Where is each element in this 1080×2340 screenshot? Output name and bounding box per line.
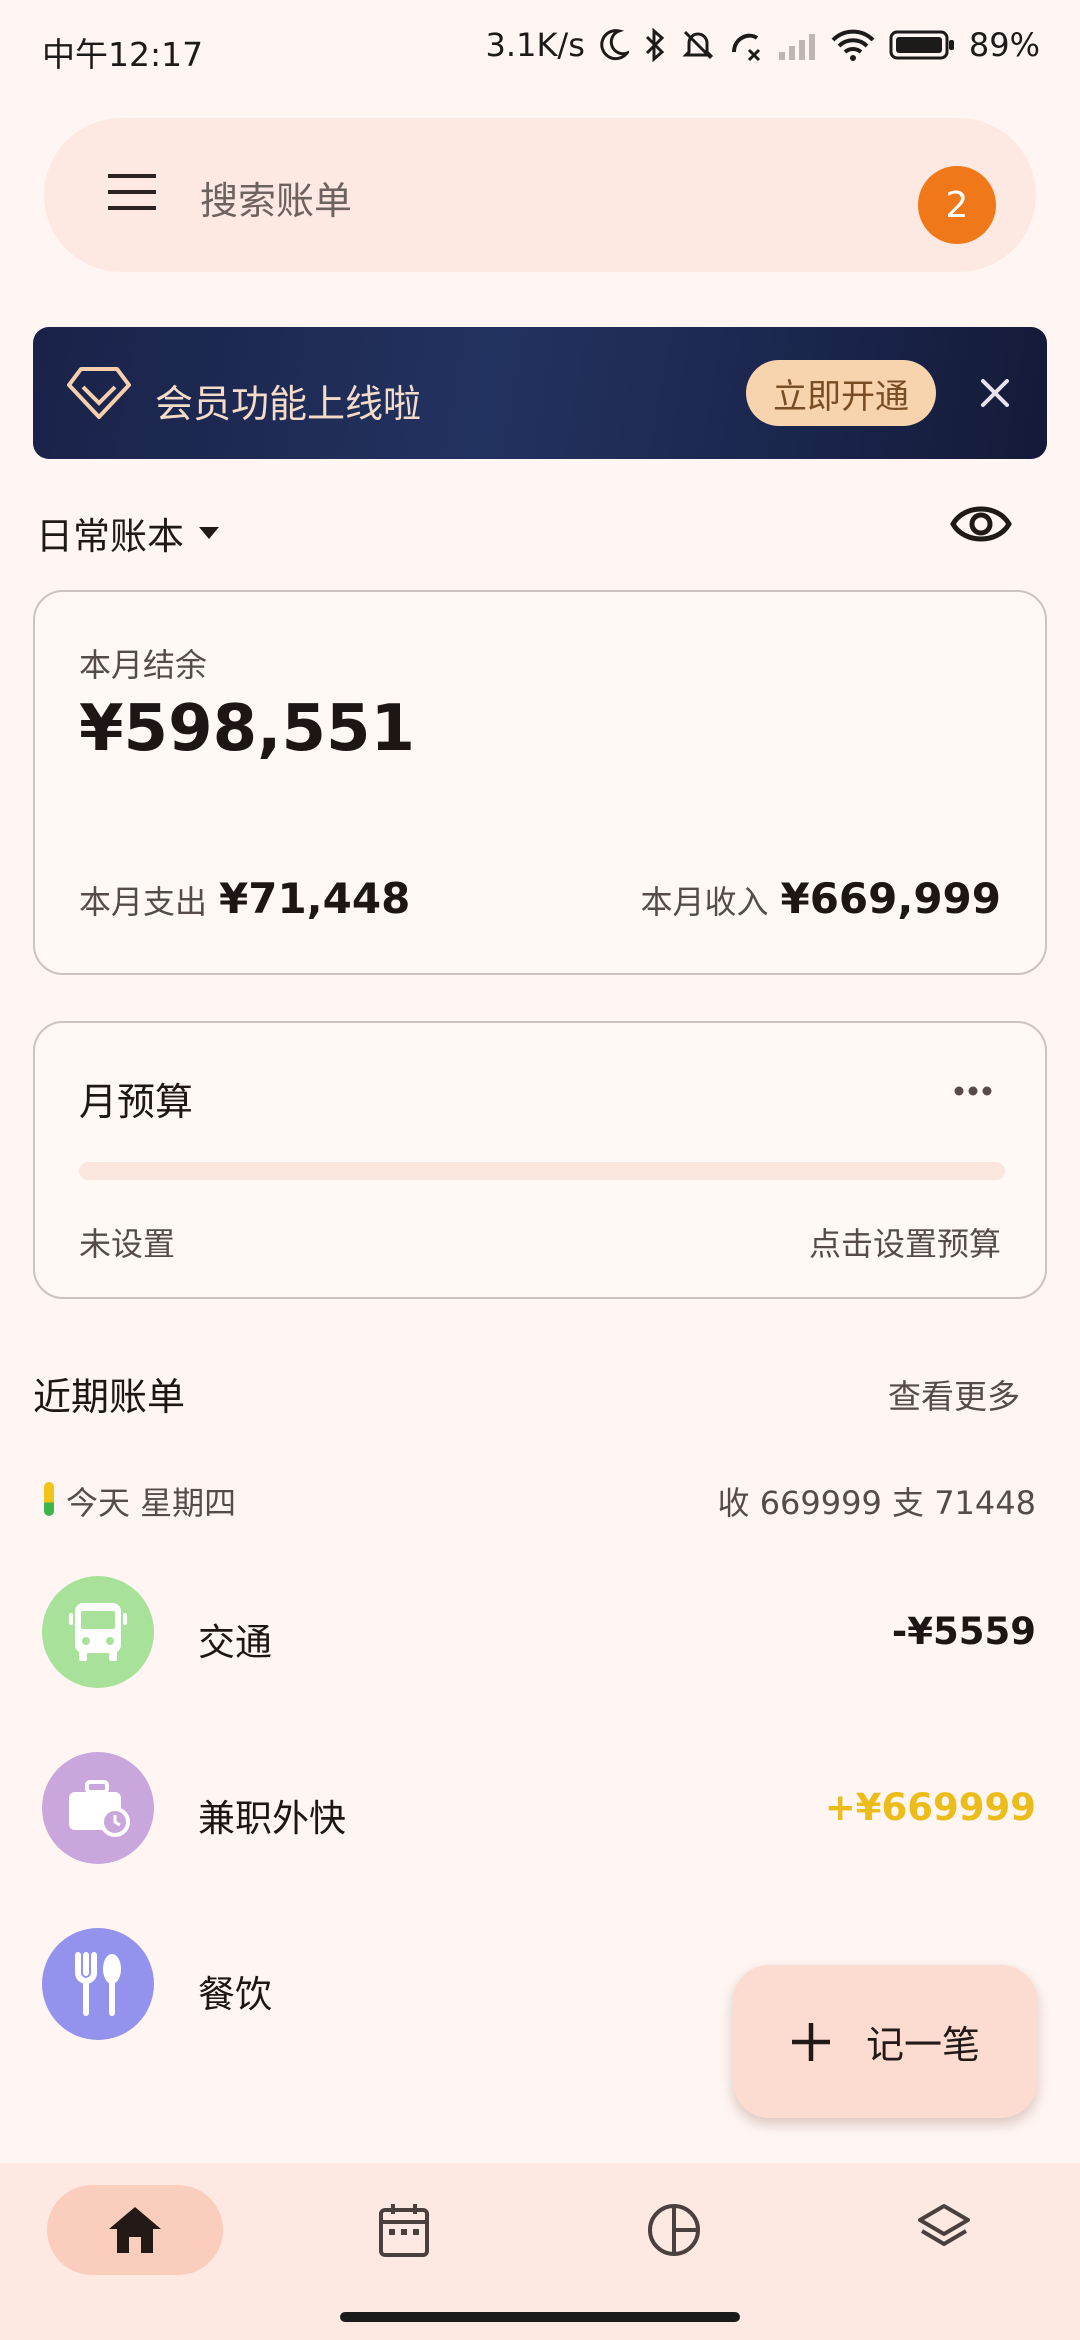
chart-icon — [648, 2204, 700, 2256]
eye-icon[interactable] — [950, 496, 1012, 552]
balance-label: 本月结余 — [79, 646, 208, 684]
budget-status: 未设置 — [79, 1225, 176, 1263]
bluetooth-icon — [645, 28, 665, 62]
banner-text: 会员功能上线啦 — [155, 382, 422, 426]
gesture-bar — [340, 2312, 740, 2322]
bill-amount: +¥669999 — [824, 1786, 1036, 1829]
wifi-icon — [831, 29, 875, 61]
budget-card[interactable]: 月预算 未设置 点击设置预算 — [33, 1021, 1047, 1299]
status-bar: 中午12:17 3.1K/s 89% — [0, 0, 1080, 100]
add-record-label: 记一笔 — [865, 2023, 980, 2067]
status-time: 中午12:17 — [42, 35, 204, 74]
expense-summary: 本月支出 ¥71,448 — [79, 874, 410, 923]
bill-name: 兼职外快 — [198, 1797, 346, 1840]
bill-row[interactable]: 兼职外快 +¥669999 — [0, 1724, 1080, 1894]
menu-icon[interactable] — [106, 170, 158, 214]
home-icon — [109, 2207, 161, 2253]
layers-icon — [918, 2204, 970, 2246]
budget-title: 月预算 — [79, 1080, 194, 1124]
income-value: ¥669,999 — [780, 874, 1001, 923]
set-budget-link[interactable]: 点击设置预算 — [809, 1219, 1001, 1265]
signal-icon — [778, 34, 815, 60]
see-more-link[interactable]: 查看更多 — [888, 1370, 1020, 1418]
day-marker — [44, 1482, 54, 1516]
caret-down-icon — [199, 527, 219, 539]
member-banner[interactable]: 会员功能上线啦 立即开通 — [33, 327, 1047, 459]
day-label: 今天 星期四 — [66, 1484, 237, 1522]
day-summary: 收 669999 支 71448 — [717, 1484, 1036, 1522]
bell-off-icon — [682, 30, 714, 60]
bill-name: 餐饮 — [198, 1973, 272, 2016]
income-summary: 本月收入 ¥669,999 — [640, 874, 1001, 923]
nav-calendar[interactable] — [316, 2185, 492, 2275]
search-bar[interactable]: 搜索账单 2 — [44, 118, 1036, 272]
nav-statistics[interactable] — [586, 2185, 762, 2275]
more-icon[interactable] — [953, 1085, 993, 1097]
ledger-name: 日常账本 — [36, 515, 184, 558]
close-icon[interactable] — [975, 373, 1015, 413]
cutlery-icon — [42, 1928, 154, 2040]
plus-icon — [791, 2022, 830, 2061]
balance-value: ¥598,551 — [79, 692, 416, 766]
call-missed-icon — [731, 33, 760, 62]
moon-icon — [600, 29, 629, 61]
nav-more[interactable] — [856, 2185, 1032, 2275]
notification-badge[interactable]: 2 — [918, 166, 996, 244]
calendar-icon — [379, 2204, 429, 2257]
income-label: 本月收入 — [640, 883, 769, 921]
briefcase-icon — [42, 1752, 154, 1864]
balance-card[interactable]: 本月结余 ¥598,551 本月支出 ¥71,448 本月收入 ¥669,999 — [33, 590, 1047, 975]
net-speed: 3.1K/s — [485, 26, 585, 64]
bill-name: 交通 — [198, 1621, 272, 1664]
bill-amount: -¥5559 — [891, 1610, 1036, 1653]
nav-home[interactable] — [47, 2185, 223, 2275]
status-icons: 3.1K/s 89% — [486, 26, 1040, 64]
ledger-selector[interactable]: 日常账本 — [36, 506, 220, 560]
battery-level: 89% — [968, 26, 1040, 64]
recent-bills-title: 近期账单 — [33, 1375, 186, 1419]
activate-member-button[interactable]: 立即开通 — [746, 360, 936, 426]
search-input[interactable]: 搜索账单 — [200, 170, 352, 225]
battery-icon — [889, 30, 954, 60]
bus-icon — [42, 1576, 154, 1688]
bill-row[interactable]: 交通 -¥5559 — [0, 1548, 1080, 1718]
expense-label: 本月支出 — [79, 883, 208, 921]
expense-value: ¥71,448 — [219, 874, 411, 923]
diamond-icon — [67, 367, 131, 419]
add-record-button[interactable]: 记一笔 — [733, 1965, 1037, 2118]
budget-progress-bar — [79, 1162, 1005, 1180]
